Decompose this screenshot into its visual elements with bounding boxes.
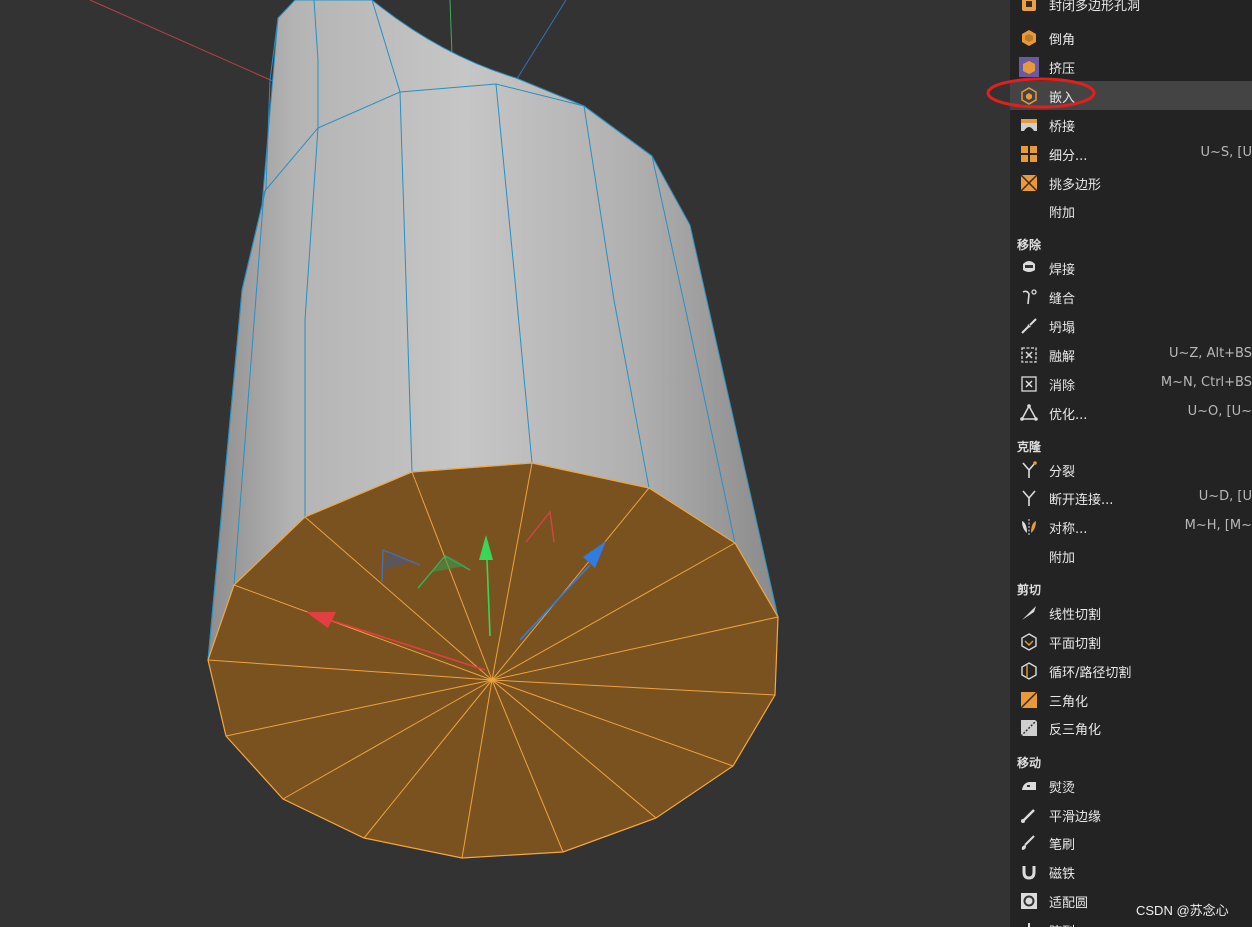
untriangulate-icon bbox=[1020, 719, 1038, 737]
triangulate-icon bbox=[1020, 691, 1038, 709]
menu-item-split[interactable]: 分裂 bbox=[1010, 455, 1252, 484]
csdn-watermark: CSDN @苏念心 bbox=[1136, 903, 1229, 918]
menu-item-line-cut[interactable]: 线性切割 K bbox=[1010, 598, 1252, 627]
array-icon bbox=[1028, 923, 1030, 927]
menu-item-stitch[interactable]: 缝合 bbox=[1010, 282, 1252, 311]
menu-item-close-polygon-hole[interactable]: 封闭多边形孔洞 bbox=[1010, 0, 1252, 18]
weld-icon bbox=[1023, 261, 1035, 272]
viewport-canvas[interactable] bbox=[0, 0, 1010, 927]
menu-item-symmetry[interactable]: 对称... M~H, [M~ bbox=[1010, 512, 1252, 541]
bridge-icon bbox=[1021, 119, 1037, 131]
menu-item-bridge[interactable]: 桥接 bbox=[1010, 110, 1252, 139]
poke-polygon-icon bbox=[1020, 174, 1038, 192]
menu-item-optimize[interactable]: 优化... U~O, [U~ bbox=[1010, 398, 1252, 427]
menu-item-more-create[interactable]: 附加 bbox=[1010, 196, 1252, 225]
disconnect-icon bbox=[1022, 490, 1036, 506]
smooth-edge-icon bbox=[1021, 809, 1035, 823]
iron-icon bbox=[1022, 782, 1036, 790]
stitch-icon bbox=[1022, 289, 1037, 305]
close-hole-icon bbox=[1022, 0, 1036, 11]
menu-item-brush[interactable]: 笔刷 bbox=[1010, 828, 1252, 857]
menu-item-disconnect[interactable]: 断开连接... U~D, [U bbox=[1010, 483, 1252, 512]
menu-item-triangulate[interactable]: 三角化 bbox=[1010, 685, 1252, 714]
plane-cut-icon bbox=[1021, 633, 1037, 651]
optimize-icon bbox=[1020, 404, 1038, 421]
menu-item-collapse[interactable]: 坍塌 bbox=[1010, 311, 1252, 340]
menu-item-iron[interactable]: 熨烫 bbox=[1010, 771, 1252, 800]
menu-item-melt[interactable]: 融解 U~Z, Alt+BS bbox=[1010, 340, 1252, 369]
world-z-axis-line bbox=[514, 0, 567, 83]
section-clone: 克隆 bbox=[1017, 440, 1042, 454]
menu-item-smooth-edge[interactable]: 平滑边缘 bbox=[1010, 800, 1252, 829]
dissolve-icon bbox=[1021, 376, 1037, 392]
menu-item-untriangulate[interactable]: 反三角化 bbox=[1010, 713, 1252, 742]
melt-icon bbox=[1021, 347, 1037, 363]
line-cut-icon bbox=[1022, 606, 1036, 620]
collapse-icon bbox=[1021, 318, 1037, 334]
brush-icon bbox=[1021, 835, 1035, 850]
mesh-commands-menu: 封闭多边形孔洞 倒角 挤压 嵌入 桥接 细分... U~S, [U 挑多边形 附… bbox=[1010, 0, 1252, 927]
3d-viewport[interactable] bbox=[0, 0, 1010, 927]
symmetry-icon bbox=[1022, 519, 1036, 535]
menu-item-poke-polygon[interactable]: 挑多边形 bbox=[1010, 168, 1252, 197]
world-y-axis-line bbox=[449, 0, 453, 56]
menu-item-plane-cut[interactable]: 平面切割 bbox=[1010, 627, 1252, 656]
section-remove: 移除 bbox=[1017, 238, 1042, 252]
menu-item-loop-path-cut[interactable]: 循环/路径切割 bbox=[1010, 656, 1252, 685]
menu-item-subdivide[interactable]: 细分... U~S, [U bbox=[1010, 139, 1252, 168]
set-circle-icon bbox=[1021, 893, 1037, 909]
menu-item-extrude[interactable]: 挤压 bbox=[1010, 52, 1252, 81]
loop-cut-icon bbox=[1021, 662, 1037, 680]
menu-item-magnet[interactable]: 磁铁 bbox=[1010, 857, 1252, 886]
inset-icon bbox=[1021, 87, 1037, 105]
menu-item-more-clone[interactable]: 附加 bbox=[1010, 541, 1252, 570]
menu-item-dissolve[interactable]: 消除 M~N, Ctrl+BS bbox=[1010, 369, 1252, 398]
magnet-icon bbox=[1022, 866, 1036, 880]
menu-item-weld[interactable]: 焊接 bbox=[1010, 253, 1252, 282]
bevel-icon bbox=[1022, 30, 1036, 46]
menu-item-bevel[interactable]: 倒角 bbox=[1010, 23, 1252, 52]
menu-item-inset[interactable]: 嵌入 bbox=[1010, 81, 1252, 110]
extrude-icon bbox=[1019, 57, 1039, 77]
split-icon bbox=[1022, 461, 1037, 478]
subdivide-icon bbox=[1021, 146, 1037, 162]
section-cut: 剪切 bbox=[1017, 583, 1042, 597]
section-move: 移动 bbox=[1017, 756, 1042, 770]
world-x-axis-line bbox=[89, 0, 276, 83]
